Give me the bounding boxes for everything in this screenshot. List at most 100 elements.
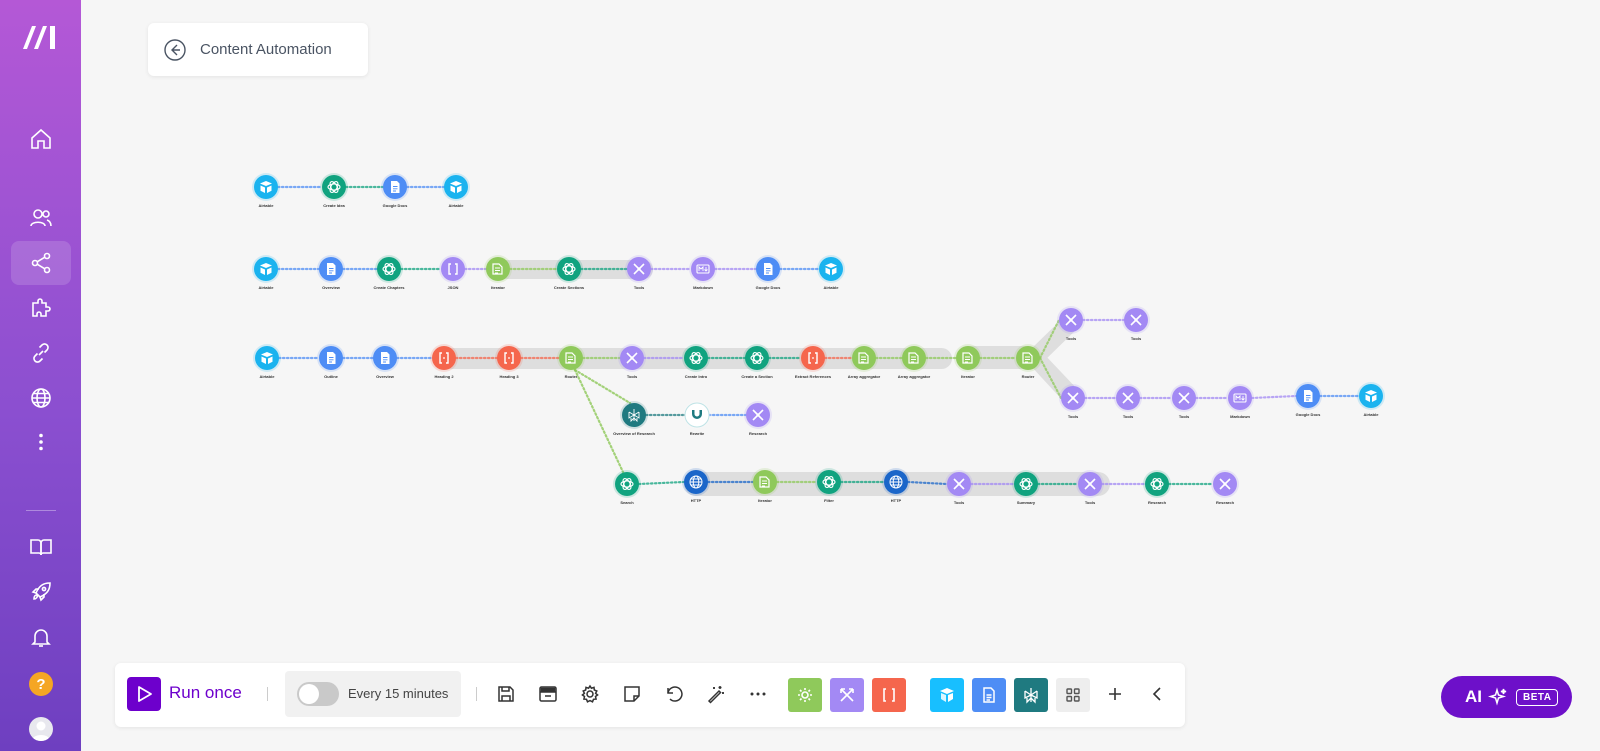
module-node-circle [441, 257, 465, 281]
module-node-circle [1014, 472, 1038, 496]
module-node-circle [615, 472, 639, 496]
module-node-openai[interactable]: Filter [815, 468, 843, 503]
flow-control-module-button[interactable] [830, 678, 864, 712]
module-node-gdocs[interactable]: Google Docs [381, 173, 409, 208]
module-node-markdown[interactable]: Markdown [1226, 384, 1254, 419]
module-node-router[interactable]: Tools [1076, 470, 1104, 505]
more-apps-button[interactable] [1056, 678, 1090, 712]
module-node-json[interactable]: JSON [439, 255, 467, 290]
module-node-label: Markdown [1230, 414, 1250, 419]
auto-align-button[interactable] [704, 682, 728, 706]
module-node-openai[interactable]: Create Chapters [374, 255, 406, 290]
schedule-control[interactable]: Every 15 minutes [285, 671, 461, 717]
module-node-magnet[interactable]: Rewrite [683, 401, 711, 436]
module-node-label: Tools [634, 285, 645, 290]
module-node-airtable[interactable]: Airtable [817, 255, 845, 290]
module-node-gdocs[interactable]: Overview [317, 255, 345, 290]
airtable-module-button[interactable] [930, 678, 964, 712]
flow-connector [637, 480, 686, 486]
module-node-router[interactable]: Research [1211, 470, 1239, 505]
module-node-tools[interactable]: Iterator [954, 344, 982, 379]
module-node-tools[interactable]: Iterator [751, 468, 779, 503]
module-node-airtable[interactable]: Airtable [252, 255, 280, 290]
module-node-circle [255, 346, 279, 370]
module-node-red[interactable]: Heading 2 [430, 344, 458, 379]
module-node-gdocs[interactable]: Google Docs [1294, 382, 1322, 417]
module-node-label: Tools [1068, 414, 1079, 419]
module-node-http[interactable]: HTTP [682, 468, 710, 503]
module-node-label: Iterator [758, 498, 772, 503]
undo-button[interactable] [662, 682, 686, 706]
module-node-label: Airtable [449, 203, 465, 208]
module-node-router[interactable]: Tools [618, 344, 646, 379]
module-node-label: Airtable [824, 285, 840, 290]
module-node-router[interactable]: Tools [1122, 306, 1150, 341]
scenario-canvas[interactable]: Airtable Create Idea Google Docs Airtable Ai… [0, 0, 1600, 751]
module-node-router[interactable]: Tools [1170, 384, 1198, 419]
gdocs-icon [1304, 390, 1313, 402]
module-node-gdocs[interactable]: Overview [371, 344, 399, 379]
module-node-label: Iterator [961, 374, 975, 379]
module-node-tools[interactable]: Router [557, 344, 585, 379]
module-node-openai[interactable]: Research [1143, 470, 1171, 505]
module-node-label: Array aggregator [898, 374, 931, 379]
module-node-airtable[interactable]: Airtable [1357, 382, 1385, 417]
module-node-router[interactable]: Tools [1114, 384, 1142, 419]
more-options-button[interactable] [746, 682, 770, 706]
scenario-settings-button[interactable] [578, 682, 602, 706]
ai-label: AI [1465, 687, 1482, 706]
schedule-label[interactable]: Every 15 minutes [348, 686, 448, 701]
collapse-toolbar-button[interactable] [1145, 682, 1169, 706]
module-node-http[interactable]: HTTP [882, 468, 910, 503]
toggle-knob [299, 684, 319, 704]
explain-flow-button[interactable] [536, 682, 560, 706]
module-node-router[interactable]: Tools [625, 255, 653, 290]
module-node-circle [817, 470, 841, 494]
module-node-openai[interactable]: Search [613, 470, 641, 505]
module-node-openai[interactable]: Create Idea [320, 173, 348, 208]
run-once-label[interactable]: Run once [169, 683, 242, 703]
module-node-perplexity[interactable]: Overview of Research [613, 401, 655, 436]
module-node-label: Research [1216, 500, 1235, 505]
ai-assistant-button[interactable]: AI BETA [1441, 676, 1572, 718]
save-button[interactable] [494, 682, 518, 706]
module-node-label: Extract References [795, 374, 832, 379]
module-node-markdown[interactable]: Markdown [689, 255, 717, 290]
module-node-red[interactable]: Heading 3 [495, 344, 523, 379]
module-node-label: Airtable [259, 203, 275, 208]
tools-module-button[interactable] [788, 678, 822, 712]
module-node-airtable[interactable]: Airtable [442, 173, 470, 208]
add-module-button[interactable] [1103, 682, 1127, 706]
module-node-tools[interactable]: Router [1014, 344, 1042, 379]
module-node-circle [1016, 346, 1040, 370]
play-icon [138, 686, 152, 702]
notes-button[interactable] [620, 682, 644, 706]
module-node-circle [745, 346, 769, 370]
toolbar-divider [476, 687, 477, 701]
module-node-label: Heading 2 [434, 374, 454, 379]
module-node-router[interactable]: Tools [1059, 384, 1087, 419]
scenario-title[interactable]: Content Automation [200, 41, 332, 58]
chevron-left-icon [1152, 687, 1161, 701]
module-node-airtable[interactable]: Airtable [252, 173, 280, 208]
module-node-openai[interactable]: Summary [1012, 470, 1040, 505]
module-node-gdocs[interactable]: Outline [317, 344, 345, 379]
module-node-label: Overview of Research [613, 431, 655, 436]
module-node-airtable[interactable]: Airtable [253, 344, 281, 379]
module-node-label: Summary [1017, 500, 1036, 505]
module-node-router[interactable]: Tools [945, 470, 973, 505]
module-node-gdocs[interactable]: Google Docs [754, 255, 782, 290]
module-node-tools[interactable]: Iterator [484, 255, 512, 290]
back-arrow-icon[interactable] [164, 38, 186, 61]
module-node-openai[interactable]: Create Intro [682, 344, 710, 379]
schedule-toggle[interactable] [297, 682, 339, 706]
perplexity-module-button[interactable] [1014, 678, 1048, 712]
json-module-button[interactable] [872, 678, 906, 712]
doc-icon [983, 687, 995, 703]
grid-icon [1066, 688, 1080, 702]
toolbar-divider [267, 687, 268, 701]
run-once-button[interactable] [127, 677, 161, 711]
module-node-label: Create Intro [685, 374, 708, 379]
module-node-router[interactable]: Research [744, 401, 772, 436]
google-docs-module-button[interactable] [972, 678, 1006, 712]
